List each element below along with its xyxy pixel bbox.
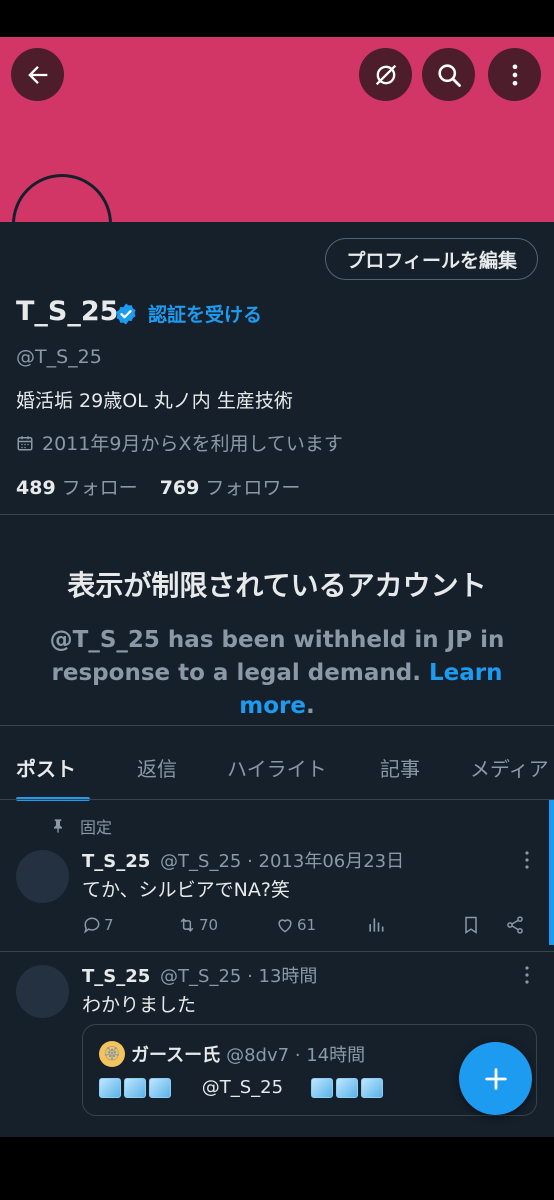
followers-link[interactable]: 769 フォロワー <box>160 473 301 500</box>
following-label: フォロー <box>61 477 138 499</box>
retweet-count: 70 <box>199 916 219 934</box>
tweet-header: T_S_25 @T_S_25 · 13時間 <box>82 962 317 988</box>
verified-badge-icon <box>116 303 136 325</box>
tweet-author[interactable]: T_S_25 <box>82 851 150 872</box>
like-count: 61 <box>297 916 317 934</box>
quote-mention[interactable]: @T_S_25 <box>202 1077 283 1098</box>
tab-media[interactable]: メディア <box>470 736 549 799</box>
reply-button[interactable]: 7 <box>82 915 114 935</box>
retweet-button[interactable]: 70 <box>177 915 218 935</box>
heart-icon <box>278 919 292 933</box>
search-button[interactable] <box>422 48 475 101</box>
translate-off-icon <box>375 64 396 85</box>
quote-avatar: 🏵 <box>99 1041 125 1067</box>
divider <box>0 799 554 800</box>
more-options-button[interactable] <box>488 48 541 101</box>
tweet-avatar[interactable] <box>16 850 69 903</box>
pin-icon <box>54 819 62 833</box>
divider <box>0 514 554 515</box>
tweet-text: てか、シルビアでNA?笑 <box>82 879 290 901</box>
get-verified-link[interactable]: 認証を受ける <box>148 300 262 327</box>
joined-date: 2011年9月からXを利用しています <box>16 429 343 456</box>
quote-header: 🏵 ガースー氏 @8dv7 · 14時間 <box>99 1041 365 1067</box>
tab-posts[interactable]: ポスト <box>16 736 76 799</box>
tweet-actions: 7 70 61 <box>82 912 534 938</box>
bookmark-icon <box>465 916 477 934</box>
calendar-icon <box>17 435 33 450</box>
tweet-meta: @T_S_25 · 2013年06月23日 <box>160 851 405 872</box>
tweet-avatar[interactable] <box>16 965 69 1018</box>
ice-cube-icon <box>335 1078 358 1098</box>
tweet-text: わかりました <box>82 994 197 1016</box>
ice-cube-icon <box>149 1078 171 1098</box>
more-vertical-icon <box>512 64 517 85</box>
following-count: 489 <box>16 477 56 499</box>
ice-cube-icon <box>360 1078 383 1098</box>
followers-count: 769 <box>159 477 200 499</box>
following-link[interactable]: 489 フォロー <box>16 473 138 500</box>
tweet-more-icon[interactable] <box>520 850 534 870</box>
share-button[interactable] <box>505 915 525 935</box>
system-nav-bar <box>0 1137 554 1200</box>
back-button[interactable] <box>11 48 64 101</box>
ice-cube-icon <box>99 1078 121 1098</box>
views-button[interactable] <box>366 915 386 935</box>
profile-tabs: ポスト 返信 ハイライト 記事 メディア <box>0 736 554 799</box>
joined-text: 2011年9月からXを利用しています <box>42 433 343 455</box>
plus-icon <box>484 1067 507 1090</box>
display-name: T_S_25 <box>16 296 119 327</box>
profile-screen: プロフィールを編集 T_S_25 認証を受ける @T_S_25 婚活垢 29歳O… <box>0 222 554 1137</box>
pinned-indicator: 固定 <box>50 814 112 838</box>
scrollbar[interactable] <box>549 800 554 945</box>
share-icon <box>507 916 523 934</box>
quote-text: @T_S_25 <box>99 1077 386 1098</box>
translate-button[interactable] <box>359 48 412 101</box>
tweet-meta: @T_S_25 · 13時間 <box>160 966 318 987</box>
period: . <box>305 693 315 719</box>
status-bar <box>0 0 554 37</box>
tweet-author[interactable]: T_S_25 <box>82 966 150 987</box>
withheld-title: 表示が制限されているアカウント <box>67 569 487 602</box>
bar-chart-icon <box>369 918 384 932</box>
bookmark-button[interactable] <box>461 915 481 935</box>
tweet-more-icon[interactable] <box>520 965 534 985</box>
pinned-label: 固定 <box>80 818 113 837</box>
withheld-message: @T_S_25 has been withheld in JP in respo… <box>30 624 524 723</box>
profile-banner <box>0 37 554 274</box>
edit-profile-button[interactable]: プロフィールを編集 <box>325 238 538 280</box>
followers-label: フォロワー <box>205 477 301 499</box>
retweet-icon <box>180 918 194 932</box>
divider <box>0 725 554 726</box>
tab-highlights[interactable]: ハイライト <box>227 736 327 799</box>
follow-stats: 489 フォロー 769 フォロワー <box>16 473 300 500</box>
ice-cube-icon <box>310 1078 333 1098</box>
ice-cube-icon <box>124 1078 146 1098</box>
profile-handle: @T_S_25 <box>16 346 102 368</box>
tab-articles[interactable]: 記事 <box>380 736 420 799</box>
tab-replies[interactable]: 返信 <box>137 736 177 799</box>
compose-button[interactable] <box>459 1042 532 1115</box>
search-icon <box>437 63 461 87</box>
quote-meta: @8dv7 · 14時間 <box>226 1045 366 1066</box>
divider <box>0 951 554 952</box>
tweet-header: T_S_25 @T_S_25 · 2013年06月23日 <box>82 847 404 873</box>
like-button[interactable]: 61 <box>275 915 316 935</box>
arrow-left-icon <box>27 65 47 84</box>
quote-author: ガースー氏 <box>131 1045 221 1066</box>
reply-count: 7 <box>104 916 114 934</box>
reply-icon <box>84 917 100 934</box>
profile-bio: 婚活垢 29歳OL 丸ノ内 生産技術 <box>16 390 293 412</box>
